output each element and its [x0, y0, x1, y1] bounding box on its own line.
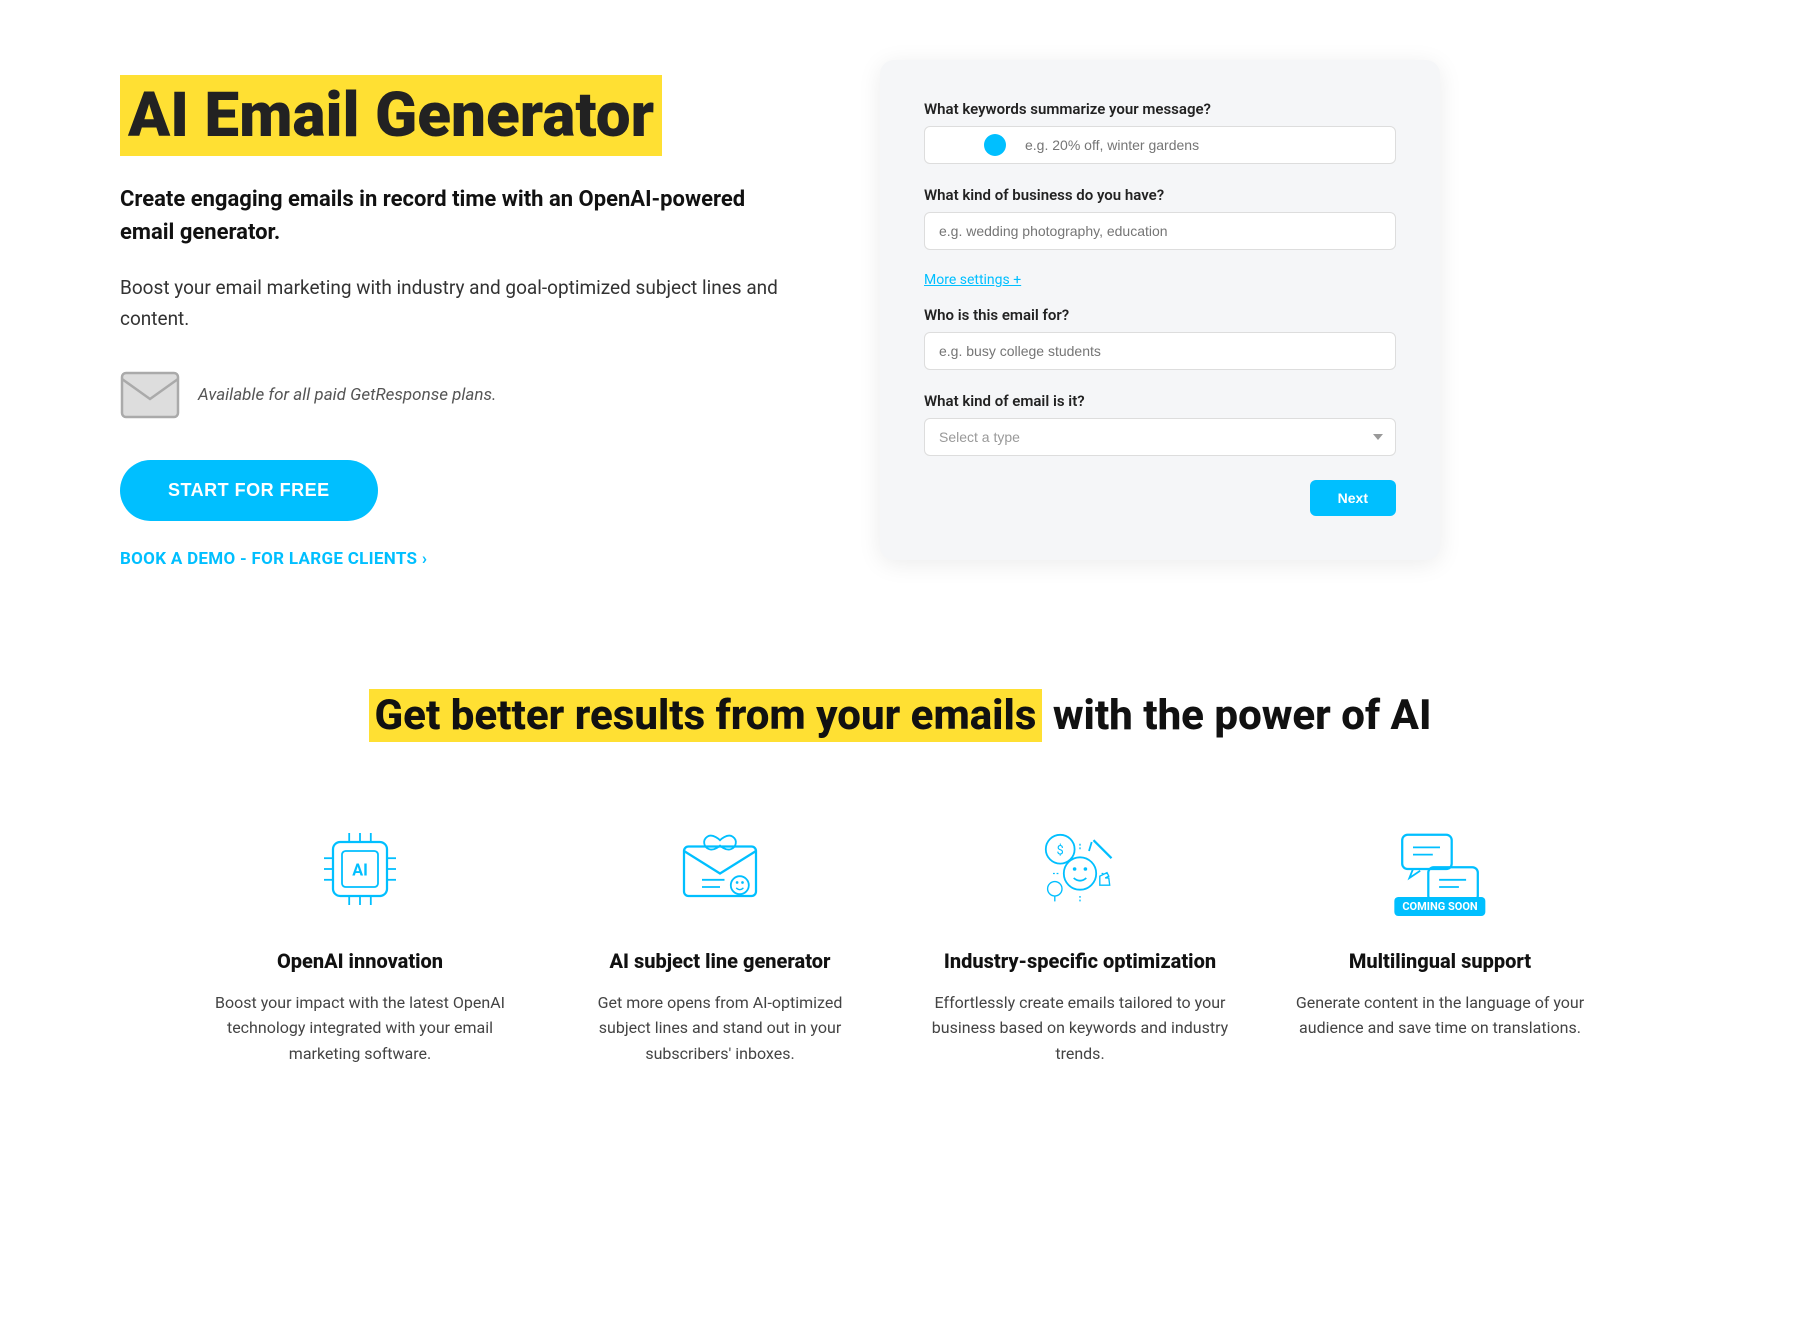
- feature-card-multilingual: COMING SOON Multilingual support Generat…: [1290, 814, 1590, 1067]
- feature-desc-industry: Effortlessly create emails tailored to y…: [930, 990, 1230, 1067]
- hero-form-card: What keywords summarize your message? Wh…: [880, 60, 1440, 560]
- envelope-icon: [120, 371, 180, 419]
- benefits-title: Get better results from your emails with…: [120, 689, 1680, 744]
- audience-input[interactable]: [924, 332, 1396, 370]
- audience-label: Who is this email for?: [924, 306, 1396, 324]
- hero-title-wrapper: AI Email Generator: [120, 80, 800, 151]
- feature-desc-subject-line: Get more opens from AI-optimized subject…: [570, 990, 870, 1067]
- feature-desc-openai: Boost your impact with the latest OpenAI…: [210, 990, 510, 1067]
- subject-line-icon: [665, 814, 775, 924]
- keywords-label: What keywords summarize your message?: [924, 100, 1396, 118]
- hero-left: AI Email Generator Create engaging email…: [120, 60, 800, 569]
- hero-subtitle: Create engaging emails in record time wi…: [120, 183, 800, 249]
- industry-icon: $: [1025, 814, 1135, 924]
- features-grid: AI: [120, 814, 1680, 1067]
- email-type-label: What kind of email is it?: [924, 392, 1396, 410]
- hero-title: AI Email Generator: [120, 75, 662, 156]
- hero-description: Boost your email marketing with industry…: [120, 273, 800, 334]
- coming-soon-badge: COMING SOON: [1394, 897, 1485, 916]
- form-group-audience: Who is this email for?: [924, 306, 1396, 370]
- feature-card-industry: $: [930, 814, 1230, 1067]
- benefits-title-rest: with the power of AI: [1053, 691, 1432, 740]
- feature-desc-multilingual: Generate content in the language of your…: [1290, 990, 1590, 1041]
- feature-title-industry: Industry-specific optimization: [930, 948, 1230, 974]
- business-label: What kind of business do you have?: [924, 186, 1396, 204]
- feature-card-subject-line: AI subject line generator Get more opens…: [570, 814, 870, 1067]
- hero-badge: Available for all paid GetResponse plans…: [120, 370, 800, 420]
- form-group-type: What kind of email is it? Select a type: [924, 392, 1396, 456]
- page-wrapper: AI Email Generator Create engaging email…: [0, 0, 1800, 1186]
- form-group-business: What kind of business do you have?: [924, 186, 1396, 250]
- start-for-free-button[interactable]: START FOR FREE: [120, 460, 378, 521]
- badge-text: Available for all paid GetResponse plans…: [198, 385, 496, 405]
- multilingual-icon: COMING SOON: [1385, 814, 1495, 924]
- form-group-keywords: What keywords summarize your message?: [924, 100, 1396, 164]
- keyword-input-wrapper: [924, 126, 1396, 164]
- svg-text:$: $: [1057, 843, 1064, 858]
- book-demo-link[interactable]: BOOK A DEMO - FOR LARGE CLIENTS ›: [120, 549, 800, 569]
- feature-title-openai: OpenAI innovation: [210, 948, 510, 974]
- benefits-section: Get better results from your emails with…: [120, 669, 1680, 1126]
- email-icon: [120, 370, 180, 420]
- email-type-select[interactable]: Select a type: [924, 418, 1396, 456]
- openai-icon: AI: [305, 814, 415, 924]
- business-input[interactable]: [924, 212, 1396, 250]
- svg-text:AI: AI: [352, 860, 368, 879]
- blue-dot-indicator: [984, 134, 1006, 156]
- hero-section: AI Email Generator Create engaging email…: [120, 60, 1680, 569]
- more-settings-link[interactable]: More settings +: [924, 272, 1396, 288]
- feature-title-multilingual: Multilingual support: [1290, 948, 1590, 974]
- form-next-button[interactable]: Next: [1310, 480, 1396, 516]
- benefits-title-highlight: Get better results from your emails: [369, 689, 1043, 742]
- feature-card-openai: AI: [210, 814, 510, 1067]
- feature-title-subject-line: AI subject line generator: [570, 948, 870, 974]
